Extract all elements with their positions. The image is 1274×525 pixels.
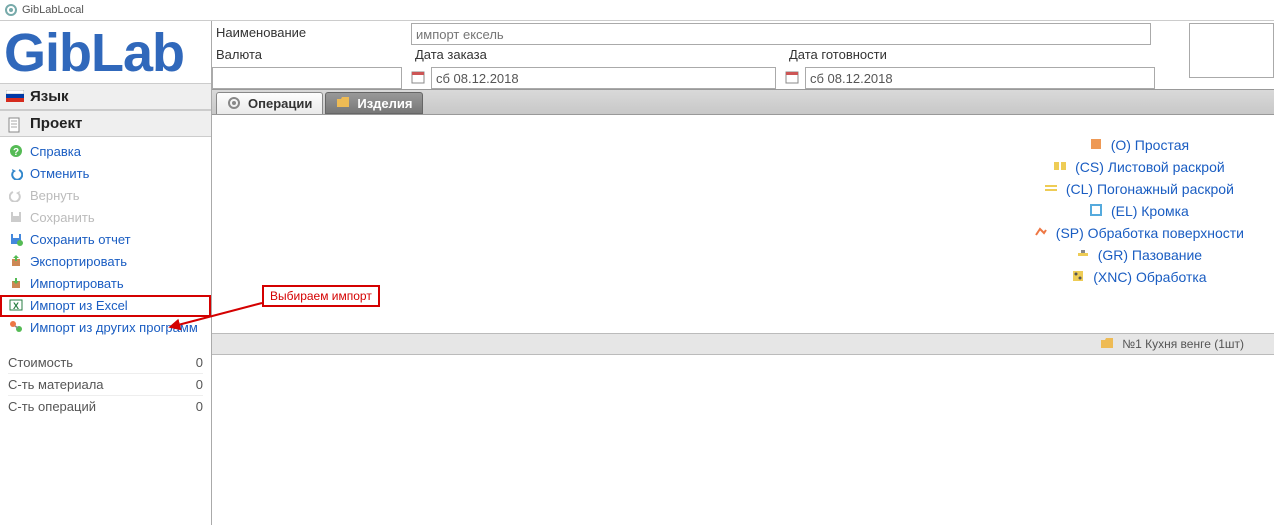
content-area: (O) Простая (CS) Листовой раскрой (CL) П… (212, 115, 1274, 525)
app-icon (4, 3, 18, 17)
op-label: (XNC) Обработка (1093, 269, 1206, 285)
op-label: (EL) Кромка (1111, 203, 1189, 219)
op-edge-icon (1089, 203, 1105, 219)
op-label: (CL) Погонажный раскрой (1066, 181, 1234, 197)
gear-icon (227, 96, 243, 112)
ready-date-label: Дата готовности (785, 45, 1160, 67)
action-label: Вернуть (30, 187, 80, 205)
flag-icon (6, 90, 24, 104)
app-logo: GibLab (0, 21, 211, 83)
action-label: Сохранить отчет (30, 231, 131, 249)
tab-label: Операции (248, 96, 312, 111)
redo-icon (8, 187, 24, 203)
action-label: Импорт из Excel (30, 297, 128, 315)
undo-icon (8, 165, 24, 181)
op-xnc[interactable]: (XNC) Обработка (1034, 269, 1244, 285)
tab-products[interactable]: Изделия (325, 92, 423, 114)
project-label: Проект (30, 115, 82, 132)
op-surface[interactable]: (SP) Обработка поверхности (1034, 225, 1244, 241)
undo-action[interactable]: Отменить (0, 163, 211, 185)
report-icon (8, 231, 24, 247)
help-icon: ? (8, 143, 24, 159)
form-area: Наименование Валюта Дата заказа (212, 21, 1274, 89)
tab-operations[interactable]: Операции (216, 92, 323, 114)
save-icon (8, 209, 24, 225)
redo-action: Вернуть (0, 185, 211, 207)
currency-input[interactable] (212, 67, 402, 89)
summary-row: Стоимость 0 (8, 351, 203, 373)
operations-list: (O) Простая (CS) Листовой раскрой (CL) П… (1034, 131, 1244, 291)
help-action[interactable]: ? Справка (0, 141, 211, 163)
annotation-box: Выбираем импорт (262, 285, 380, 307)
calendar-icon[interactable] (785, 70, 801, 86)
summary-label: С-ть операций (8, 399, 96, 414)
op-groove[interactable]: (GR) Пазование (1034, 247, 1244, 263)
action-label: Справка (30, 143, 81, 161)
folder-icon (1100, 337, 1116, 351)
document-icon (6, 117, 24, 131)
footer-item[interactable]: №1 Кухня венге (1шт) (1122, 337, 1244, 351)
svg-text:?: ? (13, 147, 19, 158)
name-label: Наименование (212, 23, 407, 45)
main-area: Наименование Валюта Дата заказа (212, 21, 1274, 525)
name-input[interactable] (411, 23, 1151, 45)
language-header[interactable]: Язык (0, 83, 211, 110)
summary-label: С-ть материала (8, 377, 104, 392)
footer-bar: №1 Кухня венге (1шт) (212, 333, 1274, 355)
op-groove-icon (1076, 247, 1092, 263)
annotation-text: Выбираем импорт (270, 289, 372, 303)
window-titlebar: GibLabLocal (0, 0, 1274, 21)
folder-icon (336, 95, 352, 111)
action-label: Отменить (30, 165, 89, 183)
op-linear[interactable]: (CL) Погонажный раскрой (1034, 181, 1244, 197)
op-sheet-icon (1053, 159, 1069, 175)
action-label: Импортировать (30, 275, 124, 293)
export-action[interactable]: Экспортировать (0, 251, 211, 273)
op-linear-icon (1044, 181, 1060, 197)
annotation-arrow (168, 295, 268, 335)
currency-label: Валюта (212, 45, 407, 67)
summary-table: Стоимость 0 С-ть материала 0 С-ть операц… (0, 343, 211, 421)
op-xnc-icon (1071, 269, 1087, 285)
svg-text:X: X (13, 301, 19, 311)
window-title: GibLabLocal (22, 4, 84, 16)
summary-value: 0 (196, 377, 203, 392)
import-icon (8, 275, 24, 291)
summary-value: 0 (196, 355, 203, 370)
action-label: Экспортировать (30, 253, 127, 271)
language-label: Язык (30, 88, 69, 105)
op-edge[interactable]: (EL) Кромка (1034, 203, 1244, 219)
tabbar: Операции Изделия (212, 89, 1274, 115)
order-date-label: Дата заказа (411, 45, 781, 67)
op-simple-icon (1089, 137, 1105, 153)
summary-label: Стоимость (8, 355, 73, 370)
summary-value: 0 (196, 399, 203, 414)
import-other-icon (8, 319, 24, 335)
op-label: (O) Простая (1111, 137, 1189, 153)
op-surface-icon (1034, 225, 1050, 241)
tab-label: Изделия (357, 96, 412, 111)
preview-box (1189, 23, 1274, 78)
summary-row: С-ть операций 0 (8, 395, 203, 417)
op-simple[interactable]: (O) Простая (1034, 137, 1244, 153)
save-report-action[interactable]: Сохранить отчет (0, 229, 211, 251)
sidebar: GibLab Язык Проект ? Справка Отменить (0, 21, 212, 525)
excel-icon: X (8, 297, 24, 313)
summary-row: С-ть материала 0 (8, 373, 203, 395)
calendar-icon[interactable] (411, 70, 427, 86)
op-sheet[interactable]: (CS) Листовой раскрой (1034, 159, 1244, 175)
op-label: (SP) Обработка поверхности (1056, 225, 1244, 241)
project-header[interactable]: Проект (0, 110, 211, 137)
ready-date-input[interactable] (805, 67, 1155, 89)
save-action: Сохранить (0, 207, 211, 229)
action-label: Сохранить (30, 209, 95, 227)
export-icon (8, 253, 24, 269)
import-action[interactable]: Импортировать (0, 273, 211, 295)
op-label: (CS) Листовой раскрой (1075, 159, 1225, 175)
op-label: (GR) Пазование (1098, 247, 1202, 263)
order-date-input[interactable] (431, 67, 776, 89)
